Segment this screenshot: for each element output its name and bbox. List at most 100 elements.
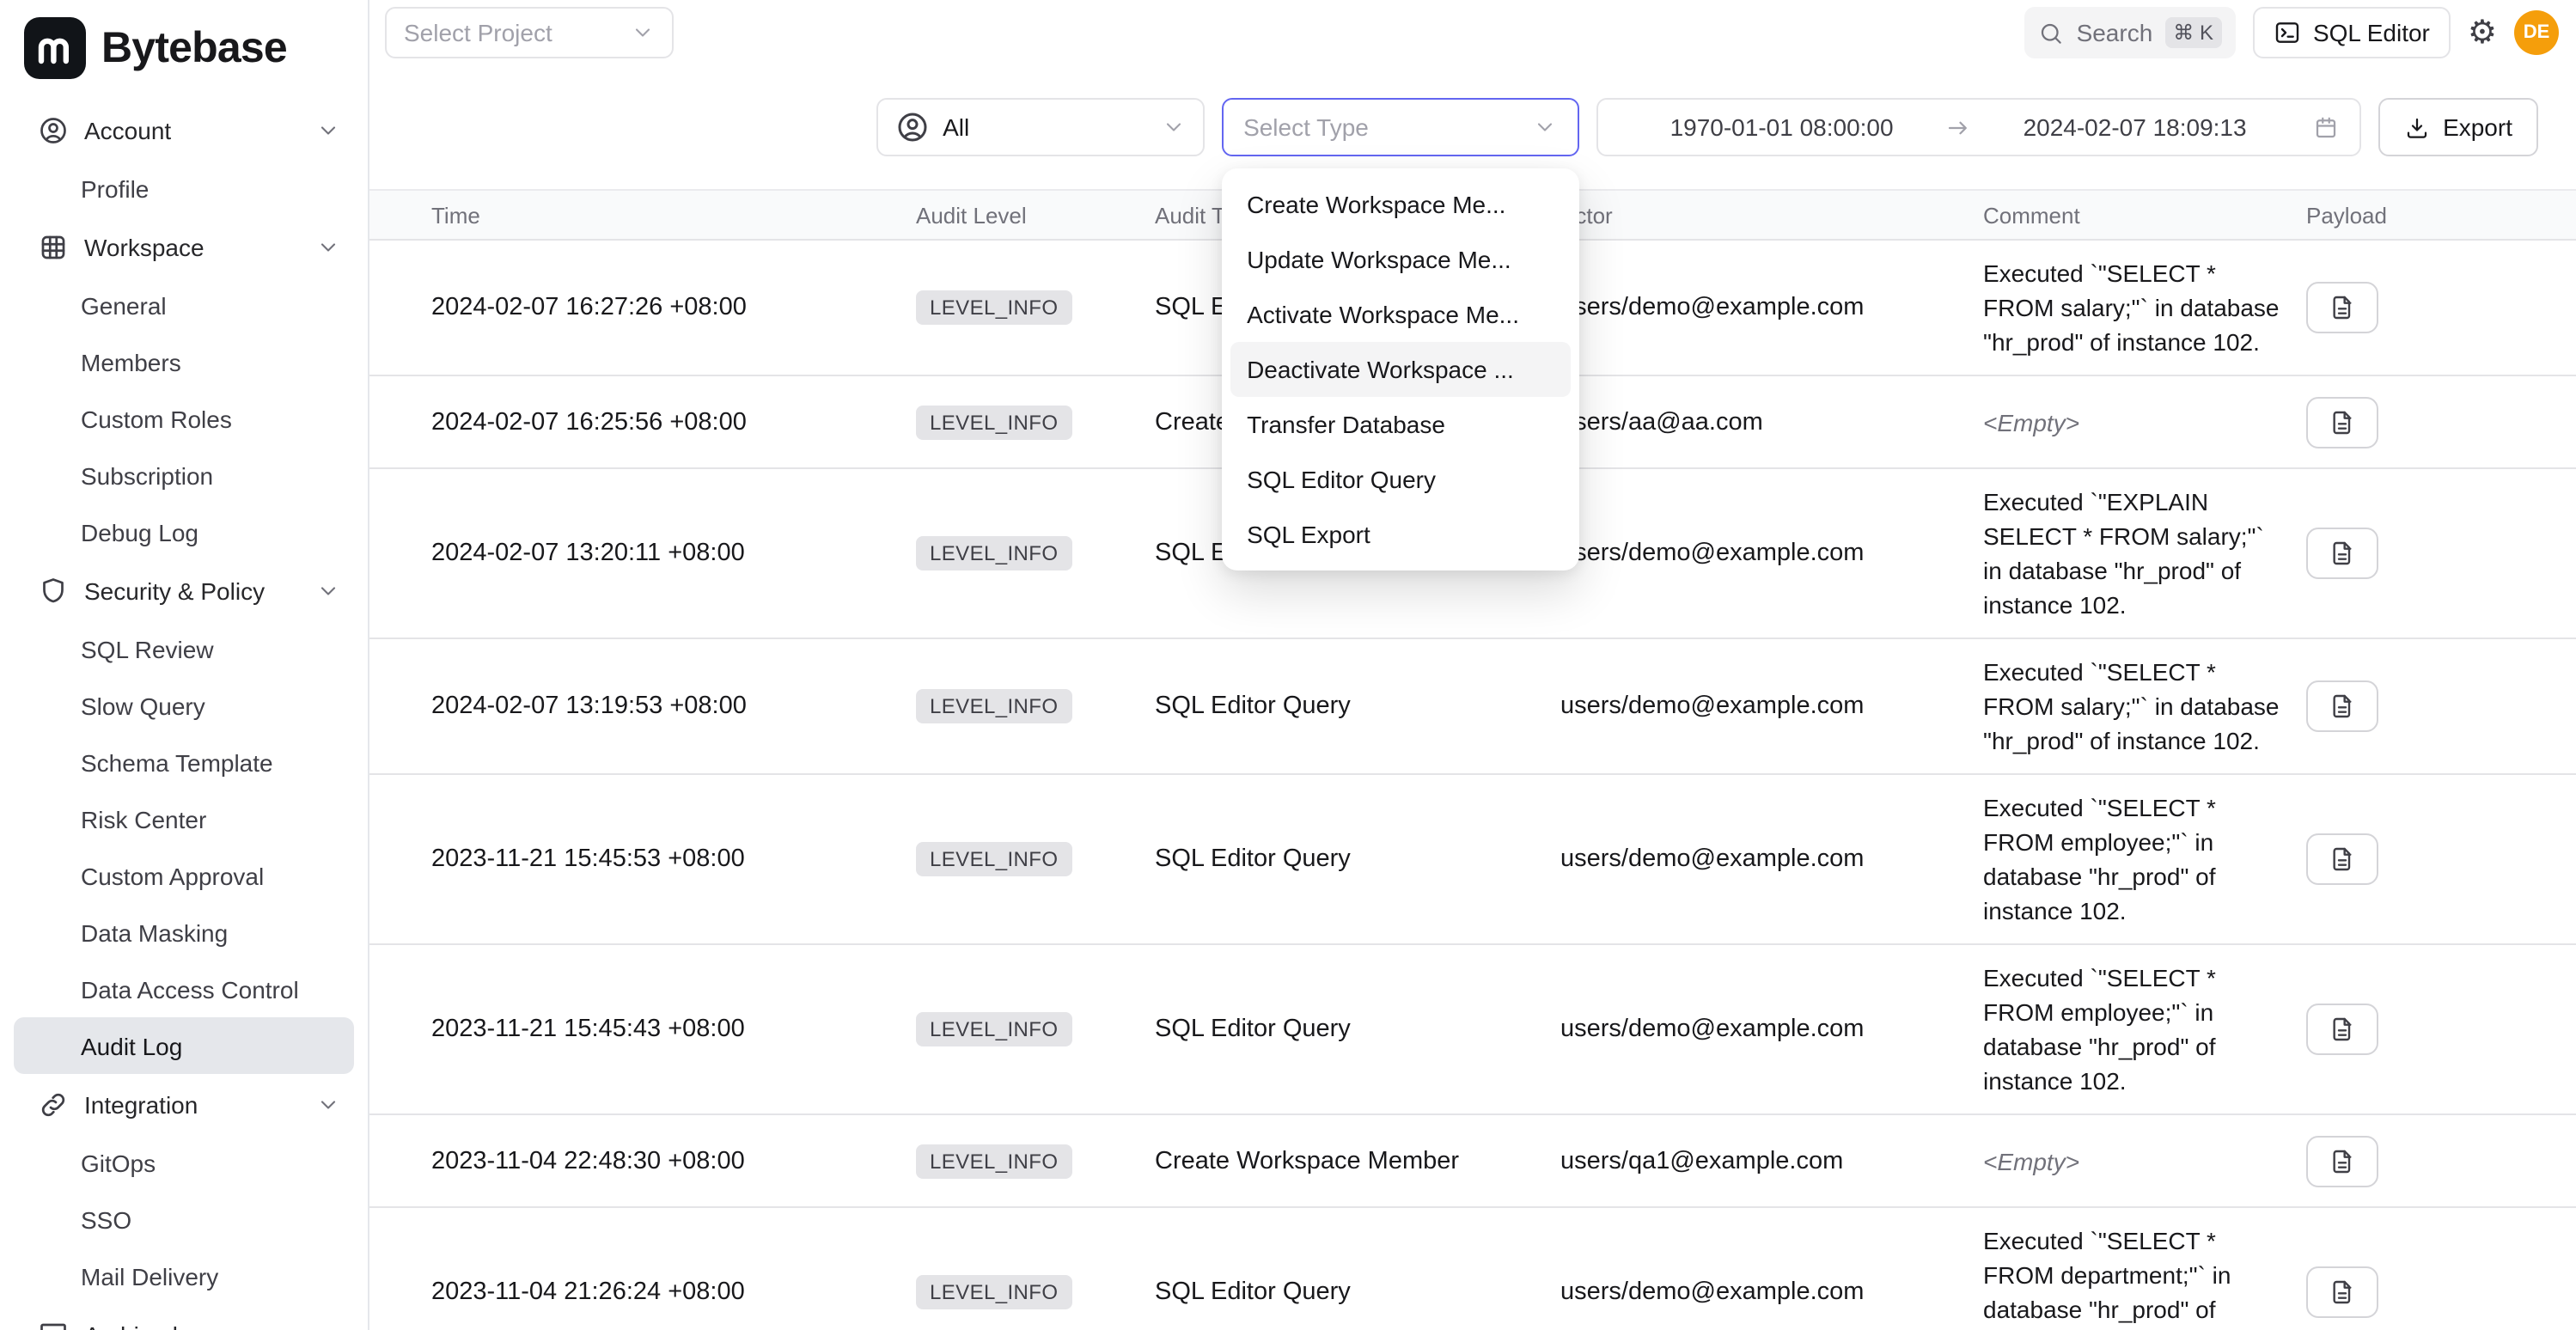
sidebar-item-custom-approval[interactable]: Custom Approval — [14, 847, 354, 904]
level-badge: LEVEL_INFO — [916, 1275, 1071, 1309]
sidebar-item-label: Audit Log — [81, 1032, 182, 1059]
cell-payload — [2306, 1135, 2535, 1187]
dropdown-item-activate-workspace-me[interactable]: Activate Workspace Me... — [1230, 287, 1570, 342]
sidebar-item-slow-query[interactable]: Slow Query — [14, 677, 354, 734]
file-icon — [2329, 408, 2356, 436]
payload-button[interactable] — [2306, 680, 2378, 732]
cell-payload — [2306, 282, 2535, 333]
sidebar-group-label: Workspace — [84, 233, 204, 260]
grid-icon — [38, 231, 69, 262]
level-badge: LEVEL_INFO — [916, 689, 1071, 723]
sidebar-item-label: Profile — [81, 174, 149, 202]
sidebar-group-integration[interactable]: Integration — [0, 1074, 368, 1134]
cell-comment: <Empty> — [1983, 1144, 2306, 1178]
cell-audit-type: SQL Editor Query — [1155, 845, 1560, 873]
sidebar: Bytebase Account Profile Workspace General M… — [0, 0, 369, 1330]
sidebar-item-general[interactable]: General — [14, 277, 354, 333]
cell-time: 2023-11-04 21:26:24 +08:00 — [431, 1278, 916, 1306]
sidebar-item-label: Members — [81, 348, 181, 375]
payload-button[interactable] — [2306, 1004, 2378, 1055]
level-badge: LEVEL_INFO — [916, 290, 1071, 325]
sidebar-item-profile[interactable]: Profile — [14, 160, 354, 217]
payload-button[interactable] — [2306, 1135, 2378, 1187]
cell-time: 2024-02-07 16:27:26 +08:00 — [431, 294, 916, 321]
sidebar-group-workspace[interactable]: Workspace — [0, 217, 368, 277]
file-icon — [2329, 845, 2356, 873]
cell-audit-level: LEVEL_INFO — [916, 290, 1155, 325]
cell-actor: users/demo@example.com — [1560, 1278, 1983, 1306]
calendar-icon — [2312, 114, 2338, 140]
payload-button[interactable] — [2306, 528, 2378, 579]
sidebar-item-audit-log[interactable]: Audit Log — [14, 1017, 354, 1074]
dropdown-item-create-workspace-me[interactable]: Create Workspace Me... — [1230, 177, 1570, 232]
payload-button[interactable] — [2306, 833, 2378, 885]
cell-payload — [2306, 833, 2535, 885]
sidebar-item-risk-center[interactable]: Risk Center — [14, 790, 354, 847]
cell-audit-level: LEVEL_INFO — [916, 1012, 1155, 1046]
column-header-time: Time — [431, 202, 916, 228]
actor-scope-value: All — [943, 113, 969, 141]
cell-audit-type: Create Workspace Member — [1155, 1147, 1560, 1174]
sidebar-item-label: Custom Approval — [81, 862, 264, 889]
user-avatar[interactable]: DE — [2514, 10, 2559, 55]
payload-button[interactable] — [2306, 282, 2378, 333]
sidebar-item-members[interactable]: Members — [14, 333, 354, 390]
sidebar-item-gitops[interactable]: GitOps — [14, 1134, 354, 1191]
sidebar-group-security-policy[interactable]: Security & Policy — [0, 560, 368, 620]
level-badge: LEVEL_INFO — [916, 1012, 1071, 1046]
sidebar-item-custom-roles[interactable]: Custom Roles — [14, 390, 354, 447]
file-icon — [2329, 692, 2356, 720]
dropdown-item-sql-export[interactable]: SQL Export — [1230, 507, 1570, 562]
date-start-value[interactable]: 1970-01-01 08:00:00 — [1618, 113, 1945, 141]
payload-button[interactable] — [2306, 396, 2378, 448]
cell-comment: Executed `"EXPLAIN SELECT * FROM salary;… — [1983, 485, 2306, 622]
dropdown-item-sql-editor-query[interactable]: SQL Editor Query — [1230, 452, 1570, 507]
file-icon — [2329, 1278, 2356, 1306]
sidebar-item-sso[interactable]: SSO — [14, 1191, 354, 1248]
cell-comment: Executed `"SELECT * FROM department;"` i… — [1983, 1223, 2306, 1330]
sidebar-item-label: General — [81, 291, 167, 319]
topbar: Select Project Search ⌘ K SQL — [369, 0, 2576, 58]
brand[interactable]: Bytebase — [0, 0, 368, 96]
sidebar-item-debug-log[interactable]: Debug Log — [14, 503, 354, 560]
cell-payload — [2306, 1004, 2535, 1055]
sidebar-item-data-masking[interactable]: Data Masking — [14, 904, 354, 961]
file-icon — [2329, 1016, 2356, 1043]
cell-actor: users/aa@aa.com — [1560, 408, 1983, 436]
sidebar-item-schema-template[interactable]: Schema Template — [14, 734, 354, 790]
sidebar-item-subscription[interactable]: Subscription — [14, 447, 354, 503]
cell-time: 2024-02-07 13:20:11 +08:00 — [431, 540, 916, 567]
archive-icon — [38, 1319, 69, 1330]
date-range-picker[interactable]: 1970-01-01 08:00:00 2024-02-07 18:09:13 — [1596, 98, 2360, 156]
actor-scope-select[interactable]: All — [876, 98, 1204, 156]
cell-payload — [2306, 680, 2535, 732]
export-button[interactable]: Export — [2378, 98, 2538, 156]
sidebar-item-data-access-control[interactable]: Data Access Control — [14, 961, 354, 1017]
dropdown-item-update-workspace-me[interactable]: Update Workspace Me... — [1230, 232, 1570, 287]
audit-type-dropdown: Create Workspace Me...Update Workspace M… — [1221, 168, 1578, 570]
payload-button[interactable] — [2306, 1266, 2378, 1318]
settings-gear-icon[interactable]: ⚙ — [2468, 16, 2497, 49]
sql-editor-button[interactable]: SQL Editor — [2253, 7, 2451, 58]
chevron-down-icon — [316, 235, 340, 259]
cell-comment: <Empty> — [1983, 405, 2306, 439]
sidebar-group-account[interactable]: Account — [0, 100, 368, 160]
column-header-audit-level: Audit Level — [916, 202, 1155, 228]
cell-audit-level: LEVEL_INFO — [916, 842, 1155, 876]
date-end-value[interactable]: 2024-02-07 18:09:13 — [1971, 113, 2298, 141]
project-select[interactable]: Select Project — [385, 7, 674, 58]
dropdown-item-deactivate-workspace[interactable]: Deactivate Workspace ... — [1230, 342, 1570, 397]
sidebar-item-label: SSO — [81, 1205, 131, 1233]
column-header-payload: Payload — [2306, 202, 2535, 228]
cell-time: 2024-02-07 13:19:53 +08:00 — [431, 692, 916, 720]
sidebar-item-mail-delivery[interactable]: Mail Delivery — [14, 1248, 354, 1304]
search-button[interactable]: Search ⌘ K — [2025, 7, 2236, 58]
dropdown-item-transfer-database[interactable]: Transfer Database — [1230, 397, 1570, 452]
sidebar-item-sql-review[interactable]: SQL Review — [14, 620, 354, 677]
table-row: 2023-11-04 22:48:30 +08:00LEVEL_INFOCrea… — [369, 1115, 2576, 1208]
table-row: 2023-11-04 21:26:24 +08:00LEVEL_INFOSQL … — [369, 1208, 2576, 1330]
chevron-down-icon — [631, 21, 655, 45]
sidebar-item-archived[interactable]: Archived — [0, 1304, 368, 1330]
cell-actor: users/qa1@example.com — [1560, 1147, 1983, 1174]
audit-type-select[interactable]: Select Type — [1221, 98, 1578, 156]
